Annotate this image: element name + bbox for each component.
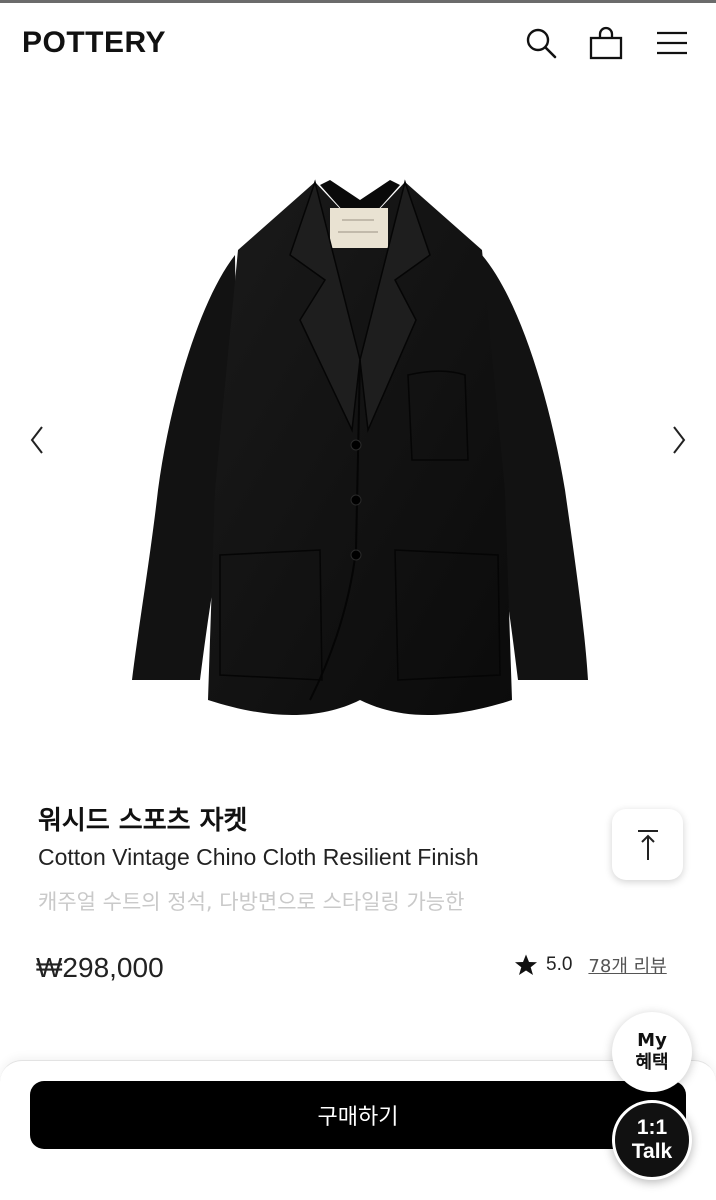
search-button[interactable] [521,23,561,63]
talk-chat-button[interactable]: 1:1 Talk [612,1100,692,1180]
product-description: 캐주얼 수트의 정석, 다방면으로 스타일링 가능한 [38,890,465,914]
chevron-left-icon [30,426,43,454]
site-header: POTTERY [0,3,716,83]
rating-score: 5.0 [546,954,573,975]
product-image[interactable] [120,160,600,730]
cart-button[interactable] [586,23,626,63]
benefit-label-line1: My [637,1030,667,1052]
talk-label-line2: Talk [631,1140,673,1163]
product-name: 워시드 스포츠 자켓 [38,806,248,836]
gallery-next-button[interactable] [664,420,694,460]
my-benefit-button[interactable]: My 혜택 [612,1012,692,1092]
menu-icon [657,31,687,55]
product-rating: 5.0 78개 리뷰 [514,950,667,980]
shopping-bag-icon [589,26,623,60]
gallery-prev-button[interactable] [22,420,52,460]
buy-button[interactable]: 구매하기 [30,1081,686,1149]
search-icon [526,28,557,59]
chevron-right-icon [673,426,686,454]
product-gallery [0,100,716,780]
brand-logo[interactable]: POTTERY [22,26,166,60]
product-price: ₩298,000 [36,952,164,983]
arrow-up-icon [637,829,658,860]
talk-label-line1: 1:1 [636,1115,668,1139]
product-subtitle: Cotton Vintage Chino Cloth Resilient Fin… [38,844,479,870]
menu-button[interactable] [652,23,692,63]
scroll-to-top-button[interactable] [612,809,683,880]
benefit-label-line2: 혜택 [635,1052,669,1073]
review-count-link[interactable]: 78개 리뷰 [588,952,666,978]
star-icon [515,954,537,975]
